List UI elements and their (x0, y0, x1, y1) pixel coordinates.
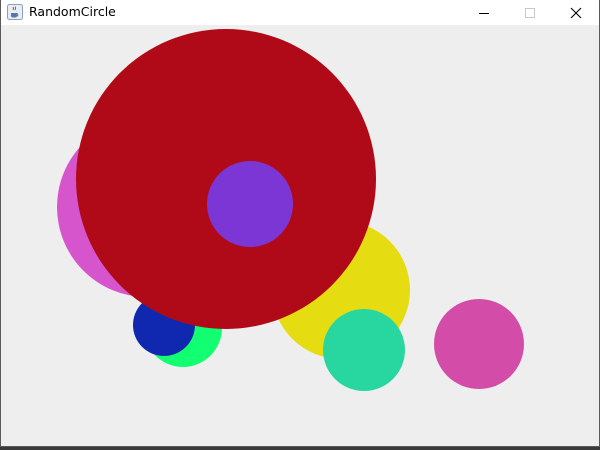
close-button[interactable] (553, 0, 599, 25)
drawing-canvas (1, 26, 599, 446)
purple-circle (207, 161, 293, 247)
maximize-button[interactable] (507, 0, 553, 25)
window-title: RandomCircle (29, 4, 116, 19)
minimize-icon (479, 12, 489, 14)
circles-drawing (57, 29, 524, 391)
teal-circle (323, 309, 405, 391)
pink-circle (434, 299, 524, 389)
maximize-icon (525, 7, 535, 18)
app-window: RandomCircle (0, 0, 600, 447)
close-icon (570, 7, 582, 18)
java-cup-icon[interactable] (7, 4, 23, 20)
title-bar[interactable]: RandomCircle (1, 0, 599, 26)
minimize-button[interactable] (461, 0, 507, 25)
